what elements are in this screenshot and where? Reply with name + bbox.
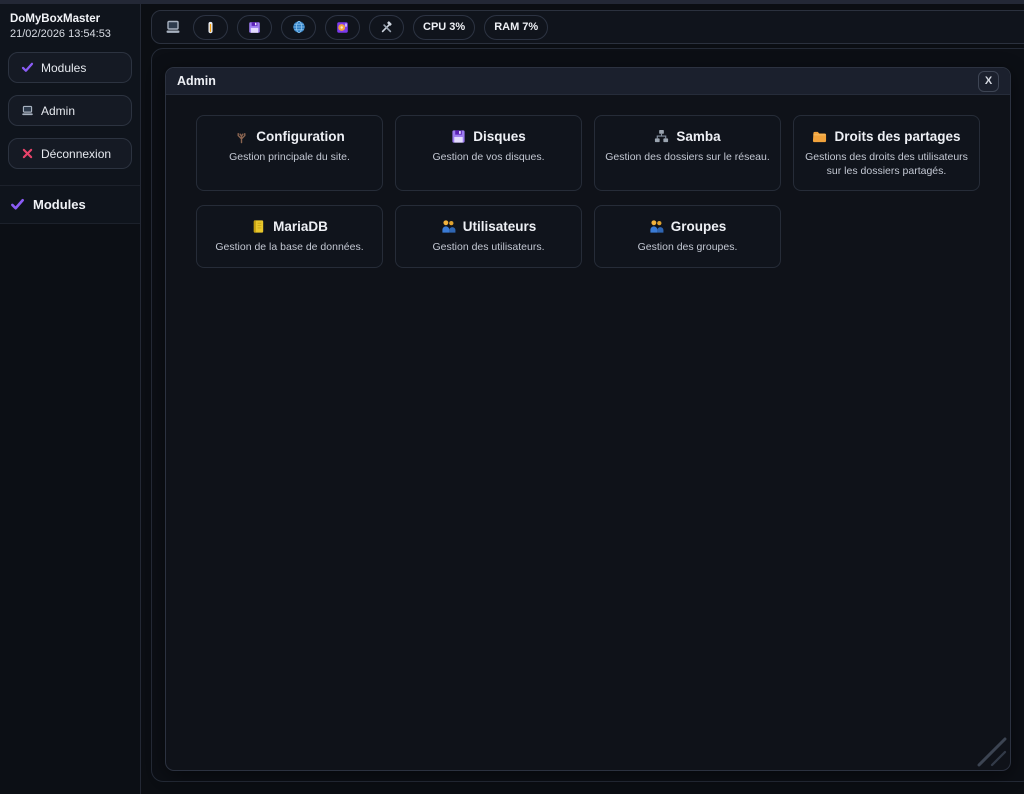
sidebar-button-label: Déconnexion — [41, 147, 111, 161]
sidebar-button-logout[interactable]: Déconnexion — [8, 138, 132, 169]
desktop-area: Admin X Configuration Gestion principale… — [151, 48, 1024, 782]
sidebar-button-label: Modules — [41, 61, 86, 75]
datetime: 21/02/2026 13:54:53 — [8, 28, 132, 40]
disk-button[interactable] — [237, 15, 272, 40]
cpu-stat-badge[interactable]: CPU 3% — [413, 15, 475, 40]
window-body: Configuration Gestion principale du site… — [166, 95, 1010, 770]
card-disques[interactable]: Disques Gestion de vos disques. — [395, 115, 582, 191]
card-subtitle: Gestion de vos disques. — [406, 150, 571, 164]
floppy-disk-icon — [248, 21, 261, 34]
card-title: Samba — [676, 129, 720, 144]
tools-button[interactable] — [369, 15, 404, 40]
card-title: MariaDB — [273, 219, 328, 234]
minidisc-button[interactable] — [325, 15, 360, 40]
status-toolbar: CPU 3% RAM 7% — [151, 10, 1024, 44]
sidebar-button-admin[interactable]: Admin — [8, 95, 132, 126]
username: DoMyBoxMaster — [8, 13, 132, 25]
card-subtitle: Gestion principale du site. — [207, 150, 372, 164]
users-icon — [649, 219, 664, 234]
card-title: Groupes — [671, 219, 727, 234]
sidebar-empty-area — [0, 224, 140, 794]
network-icon — [654, 129, 669, 144]
card-droits-des-partages[interactable]: Droits des partages Gestions des droits … — [793, 115, 980, 191]
sidebar-user-panel: DoMyBoxMaster 21/02/2026 13:54:53 Module… — [0, 4, 140, 186]
laptop-icon[interactable] — [162, 19, 184, 35]
window-title: Admin — [177, 74, 978, 88]
x-icon — [21, 147, 34, 160]
card-title: Disques — [473, 129, 526, 144]
resize-handle-icon[interactable] — [977, 737, 1007, 767]
card-title: Configuration — [256, 129, 344, 144]
laptop-icon — [21, 104, 34, 117]
sidebar-button-modules[interactable]: Modules — [8, 52, 132, 83]
card-subtitle: Gestion des groupes. — [605, 240, 770, 254]
window-titlebar[interactable]: Admin X — [166, 68, 1010, 95]
users-icon — [441, 219, 456, 234]
thermometer-icon — [204, 21, 217, 34]
tools-icon — [380, 21, 393, 34]
card-mariadb[interactable]: MariaDB Gestion de la base de données. — [196, 205, 383, 267]
card-samba[interactable]: Samba Gestion des dossiers sur le réseau… — [594, 115, 781, 191]
card-configuration[interactable]: Configuration Gestion principale du site… — [196, 115, 383, 191]
network-status-button[interactable] — [281, 15, 316, 40]
card-title: Utilisateurs — [463, 219, 537, 234]
ram-stat-label: RAM 7% — [494, 21, 538, 33]
minidisc-icon — [336, 21, 349, 34]
close-icon[interactable]: X — [978, 71, 999, 92]
card-groupes[interactable]: Groupes Gestion des groupes. — [594, 205, 781, 267]
sidebar-section-modules[interactable]: Modules — [0, 186, 140, 224]
check-icon — [21, 61, 34, 74]
folder-icon — [812, 129, 827, 144]
check-icon — [10, 197, 25, 212]
card-subtitle: Gestion des dossiers sur le réseau. — [605, 150, 770, 164]
floppy-disk-icon — [451, 129, 466, 144]
ram-stat-badge[interactable]: RAM 7% — [484, 15, 548, 40]
sidebar-section-label: Modules — [33, 197, 86, 212]
card-subtitle: Gestion de la base de données. — [207, 240, 372, 254]
sidebar-button-label: Admin — [41, 104, 75, 118]
cpu-stat-label: CPU 3% — [423, 21, 465, 33]
card-subtitle: Gestions des droits des utilisateurs sur… — [804, 150, 969, 178]
card-subtitle: Gestion des utilisateurs. — [406, 240, 571, 254]
card-utilisateurs[interactable]: Utilisateurs Gestion des utilisateurs. — [395, 205, 582, 267]
admin-window: Admin X Configuration Gestion principale… — [165, 67, 1011, 771]
tree-icon — [234, 129, 249, 144]
card-title: Droits des partages — [834, 129, 960, 144]
top-strip — [0, 0, 1024, 4]
module-card-grid: Configuration Gestion principale du site… — [196, 115, 980, 268]
sidebar: DoMyBoxMaster 21/02/2026 13:54:53 Module… — [0, 4, 141, 794]
globe-icon — [292, 20, 306, 34]
ledger-icon — [251, 219, 266, 234]
thermometer-button[interactable] — [193, 15, 228, 40]
